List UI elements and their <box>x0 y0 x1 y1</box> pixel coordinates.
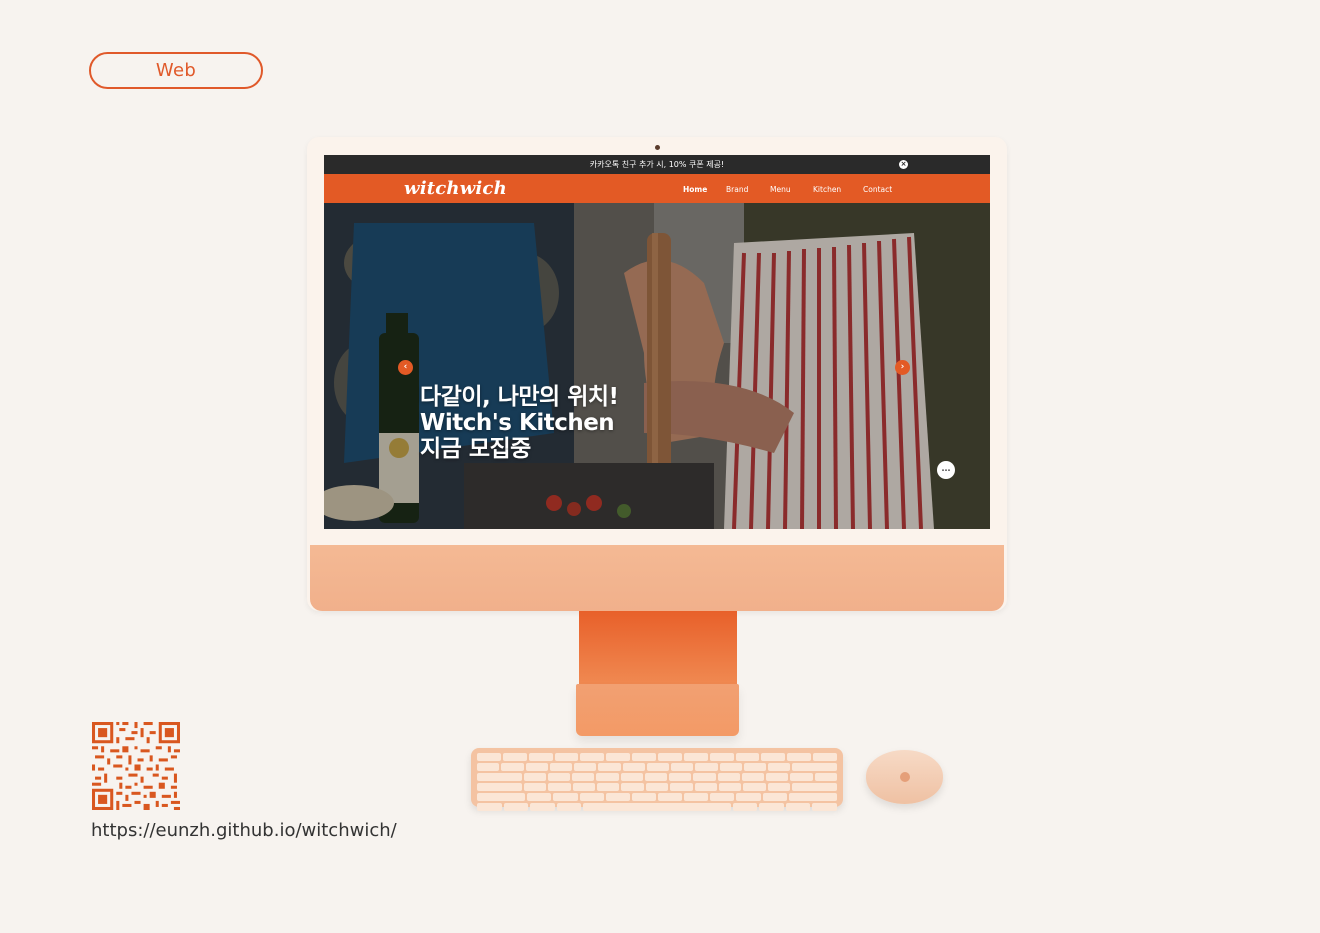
announcement-text: 카카오톡 친구 추가 시, 10% 쿠폰 제공! <box>589 160 725 169</box>
website-screen: 카카오톡 친구 추가 시, 10% 쿠폰 제공! × witchwich Hom… <box>324 155 990 529</box>
monitor-chin <box>310 545 1004 611</box>
close-icon[interactable]: × <box>899 160 908 169</box>
web-badge: Web <box>89 52 263 89</box>
nav-item-contact[interactable]: Contact <box>863 185 892 194</box>
nav-item-menu[interactable]: Menu <box>770 185 791 194</box>
site-logo[interactable]: witchwich <box>404 178 507 199</box>
prev-slide-button[interactable]: ‹ <box>398 360 413 375</box>
hero-headline: 다같이, 나만의 위치! Witch's Kitchen 지금 모집중 <box>420 384 619 462</box>
hero-banner: 다같이, 나만의 위치! Witch's Kitchen 지금 모집중 ‹ › … <box>324 203 990 529</box>
announcement-bar: 카카오톡 친구 추가 시, 10% 쿠폰 제공! × <box>324 155 990 174</box>
chat-icon[interactable]: … <box>937 461 955 479</box>
camera-icon <box>655 145 660 150</box>
monitor-stand-foot <box>576 684 739 736</box>
monitor-stand-neck <box>579 611 737 686</box>
next-slide-button[interactable]: › <box>895 360 910 375</box>
hero-overlay <box>324 203 990 529</box>
nav-item-brand[interactable]: Brand <box>726 185 748 194</box>
nav-item-kitchen[interactable]: Kitchen <box>813 185 841 194</box>
site-url-link[interactable]: https://eunzh.github.io/witchwich/ <box>91 820 397 841</box>
hero-line-2: Witch's Kitchen <box>420 410 615 436</box>
apple-logo-icon <box>900 772 910 782</box>
hero-line-3: 지금 모집중 <box>420 436 531 462</box>
nav-item-home[interactable]: Home <box>683 185 707 194</box>
qr-code-icon <box>92 722 180 810</box>
hero-line-1: 다같이, 나만의 위치! <box>420 384 619 410</box>
keyboard <box>471 748 843 811</box>
mouse <box>866 750 943 804</box>
site-header: witchwich Home Brand Menu Kitchen Contac… <box>324 174 990 203</box>
